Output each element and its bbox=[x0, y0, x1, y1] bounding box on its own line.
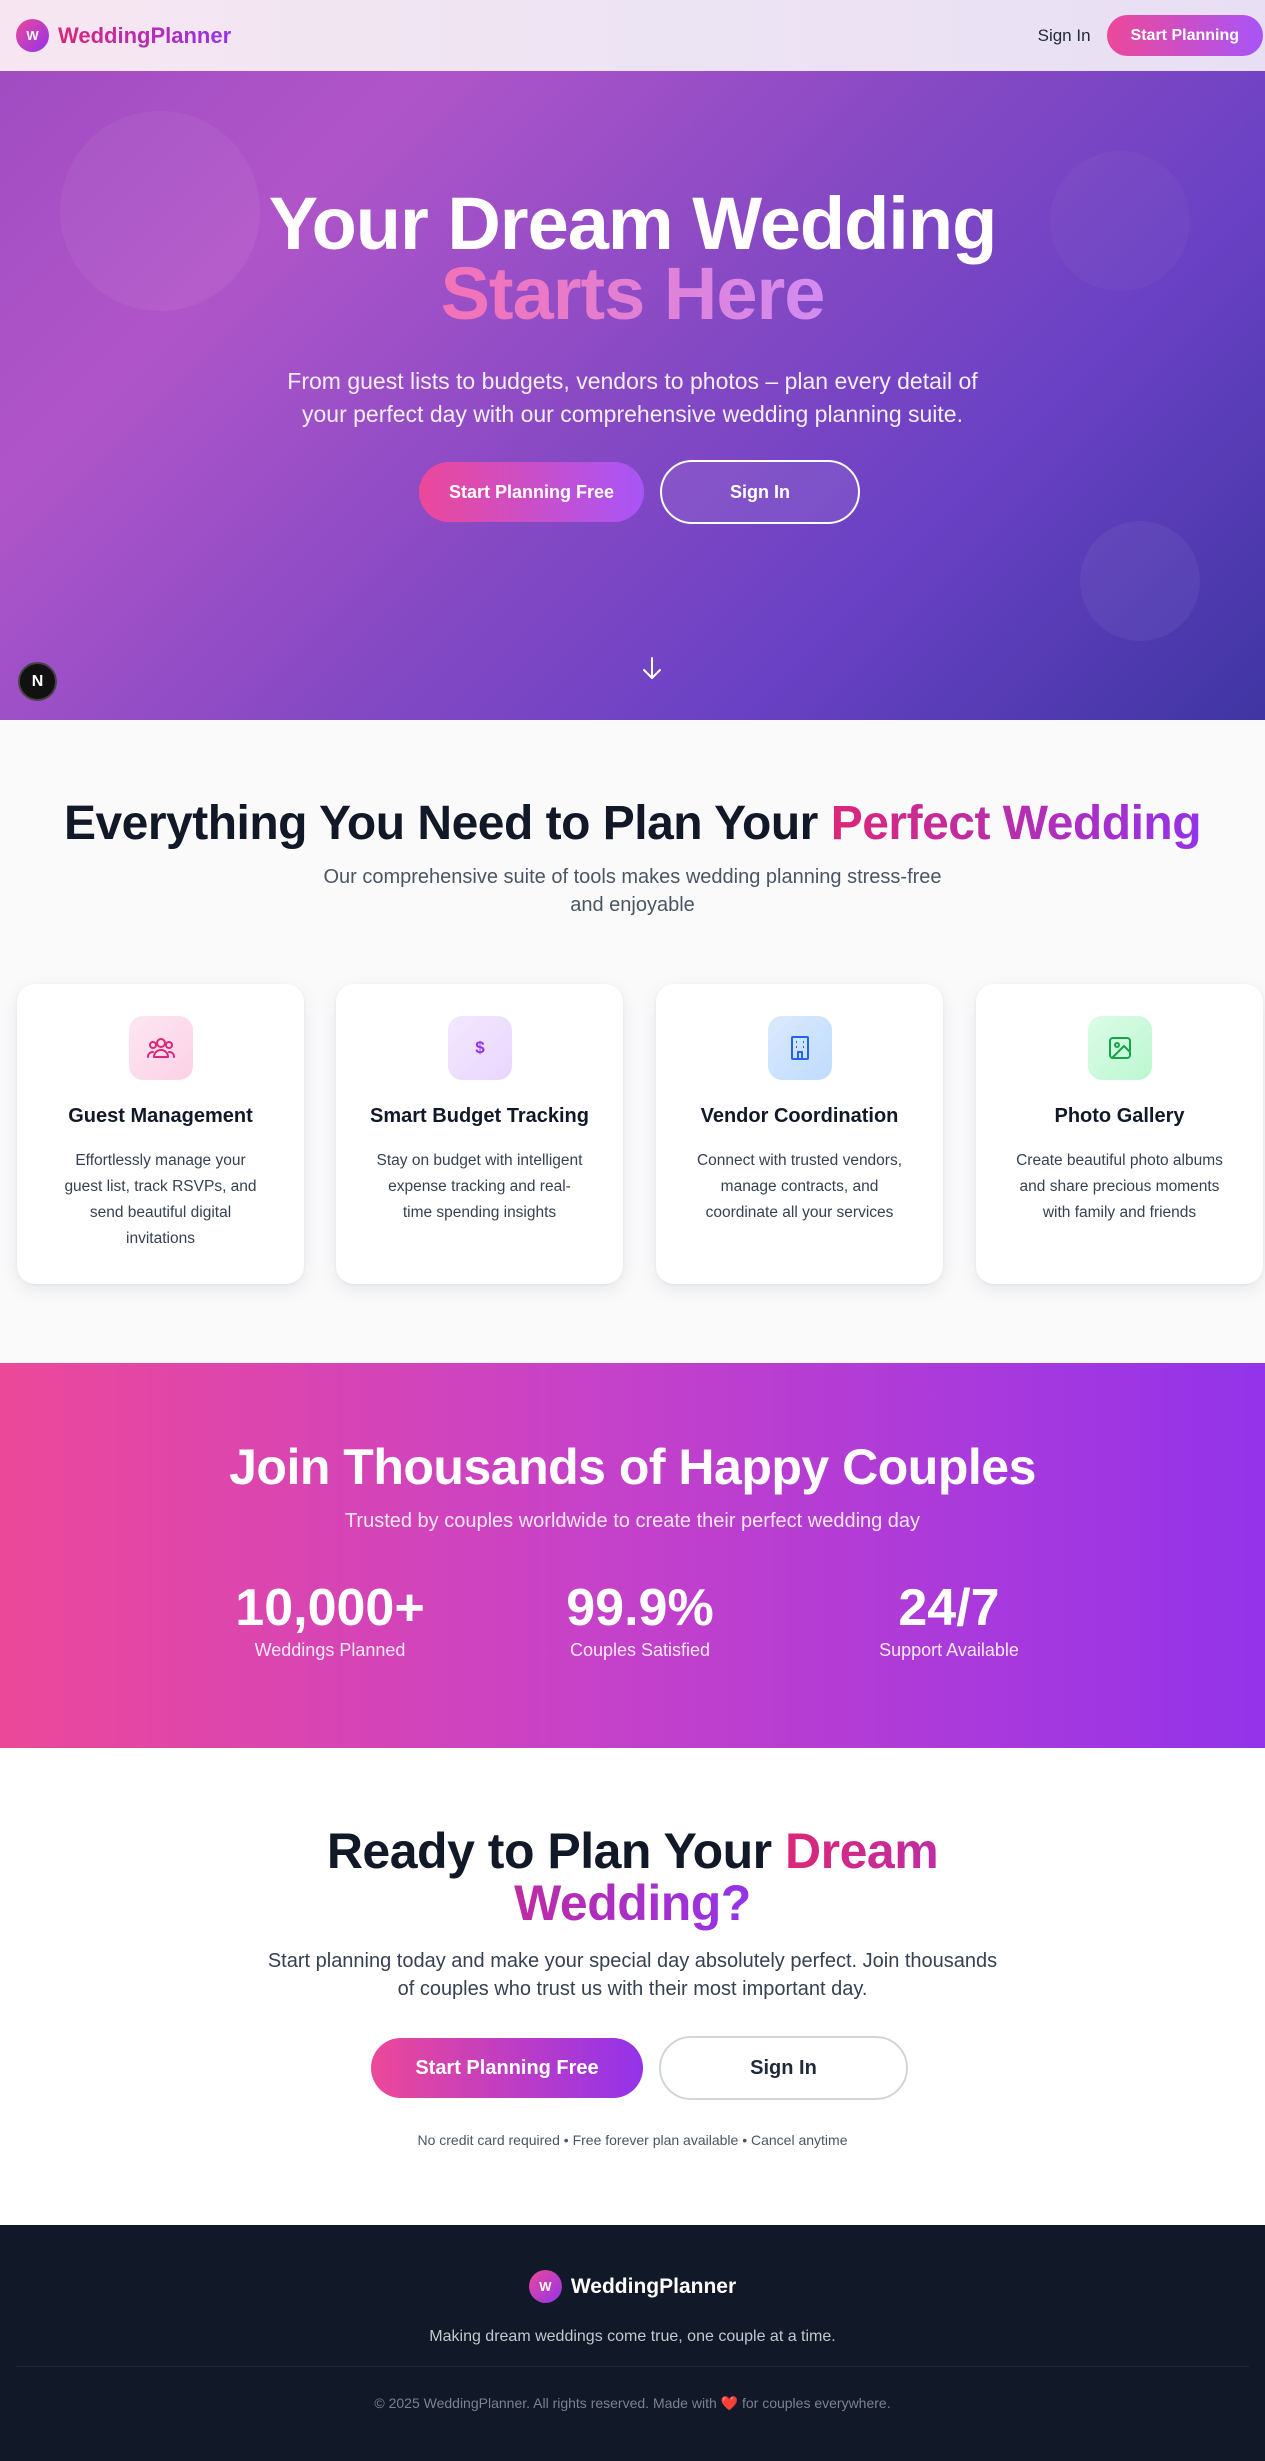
hero-subtitle: From guest lists to budgets, vendors to … bbox=[287, 368, 978, 427]
footer: W WeddingPlanner Making dream weddings c… bbox=[0, 2225, 1265, 2461]
feature-card-budget-tracking[interactable]: $ Smart Budget Tracking Stay on budget w… bbox=[336, 984, 623, 1284]
copyright-text: © 2025 WeddingPlanner. All rights reserv… bbox=[374, 2395, 721, 2411]
features-title-highlight: Perfect Wedding bbox=[830, 797, 1202, 850]
card-title: Guest Management bbox=[68, 1105, 253, 1127]
arrow-down-icon[interactable] bbox=[641, 656, 663, 682]
card-title: Smart Budget Tracking bbox=[370, 1105, 589, 1127]
cta-note: No credit card required • Free forever p… bbox=[417, 2132, 848, 2148]
heart-icon: ❤️ bbox=[720, 2395, 739, 2411]
image-icon bbox=[1088, 1016, 1152, 1080]
cta-title: Ready to Plan Your Dream Wedding? bbox=[312, 1825, 953, 1929]
cta-title-plain: Ready to Plan Your bbox=[326, 1823, 786, 1879]
users-icon bbox=[129, 1016, 193, 1080]
cta-start-planning-button[interactable]: Start Planning Free bbox=[371, 2038, 643, 2098]
stats-subtitle: Trusted by couples worldwide to create t… bbox=[344, 1510, 921, 1532]
feature-card-photo-gallery[interactable]: Photo Gallery Create beautiful photo alb… bbox=[976, 984, 1263, 1284]
building-icon bbox=[768, 1016, 832, 1080]
card-title: Vendor Coordination bbox=[700, 1105, 899, 1127]
card-description: Connect with trusted vendors, manage con… bbox=[696, 1152, 903, 1221]
stat-label: Support Available bbox=[879, 1640, 1019, 1660]
hero-section: Your Dream Wedding Starts Here From gues… bbox=[0, 71, 1265, 720]
stat-value: 24/7 bbox=[898, 1579, 1000, 1637]
feature-card-vendor-coordination[interactable]: Vendor Coordination Connect with trusted… bbox=[656, 984, 943, 1284]
features-title-plain: Everything You Need to Plan Your bbox=[63, 797, 831, 850]
brand[interactable]: W WeddingPlanner bbox=[16, 19, 231, 52]
brand-name: WeddingPlanner bbox=[58, 22, 232, 48]
features-subtitle: Our comprehensive suite of tools makes w… bbox=[323, 866, 942, 916]
nav-actions: Sign In Start Planning bbox=[1038, 15, 1263, 56]
card-description: Effortlessly manage your guest list, tra… bbox=[64, 1152, 257, 1247]
stats-title: Join Thousands of Happy Couples bbox=[229, 1439, 1036, 1495]
nav-signin-link[interactable]: Sign In bbox=[1038, 26, 1091, 46]
stat-value: 99.9% bbox=[566, 1579, 714, 1637]
cta-subtitle: Start planning today and make your speci… bbox=[267, 1950, 998, 2000]
card-description: Stay on budget with intelligent expense … bbox=[376, 1152, 583, 1221]
footer-copyright: © 2025 WeddingPlanner. All rights reserv… bbox=[0, 2395, 1265, 2412]
stat-support-available: 24/7 Support Available bbox=[819, 1578, 1079, 1661]
nav-start-planning-button[interactable]: Start Planning bbox=[1106, 15, 1263, 56]
card-title: Photo Gallery bbox=[1054, 1105, 1185, 1127]
brand-logo: W bbox=[16, 19, 49, 52]
hero-signin-button[interactable]: Sign In bbox=[660, 460, 860, 524]
stat-value: 10,000+ bbox=[235, 1579, 425, 1637]
decor-circle bbox=[1080, 521, 1200, 641]
dollar-icon: $ bbox=[448, 1016, 512, 1080]
stats-section: Join Thousands of Happy Couples Trusted … bbox=[0, 1363, 1265, 1748]
footer-brand[interactable]: W WeddingPlanner bbox=[0, 2270, 1265, 2303]
footer-brand-name: WeddingPlanner bbox=[570, 2274, 737, 2298]
cta-signin-button[interactable]: Sign In bbox=[659, 2036, 908, 2100]
n-badge-icon[interactable]: N bbox=[18, 662, 57, 701]
stat-weddings-planned: 10,000+ Weddings Planned bbox=[200, 1578, 460, 1661]
footer-tagline: Making dream weddings come true, one cou… bbox=[429, 2328, 836, 2345]
features-title: Everything You Need to Plan Your Perfect… bbox=[0, 796, 1265, 851]
hero-start-planning-button[interactable]: Start Planning Free bbox=[419, 462, 644, 522]
copyright-text-end: for couples everywhere. bbox=[738, 2395, 891, 2411]
feature-card-guest-management[interactable]: Guest Management Effortlessly manage you… bbox=[17, 984, 304, 1284]
cta-section: Ready to Plan Your Dream Wedding? Start … bbox=[0, 1748, 1265, 2225]
stat-label: Weddings Planned bbox=[254, 1640, 406, 1660]
stat-label: Couples Satisfied bbox=[569, 1640, 711, 1660]
stat-couples-satisfied: 99.9% Couples Satisfied bbox=[510, 1578, 770, 1661]
hero-title: Your Dream Wedding bbox=[268, 182, 998, 265]
top-nav: W WeddingPlanner Sign In Start Planning bbox=[0, 0, 1265, 71]
footer-divider bbox=[16, 2366, 1249, 2367]
card-description: Create beautiful photo albums and share … bbox=[1016, 1152, 1223, 1221]
footer-logo: W bbox=[528, 2270, 562, 2303]
hero-title-highlight: Starts Here bbox=[0, 257, 1265, 331]
dollar-glyph: $ bbox=[475, 1038, 485, 1057]
